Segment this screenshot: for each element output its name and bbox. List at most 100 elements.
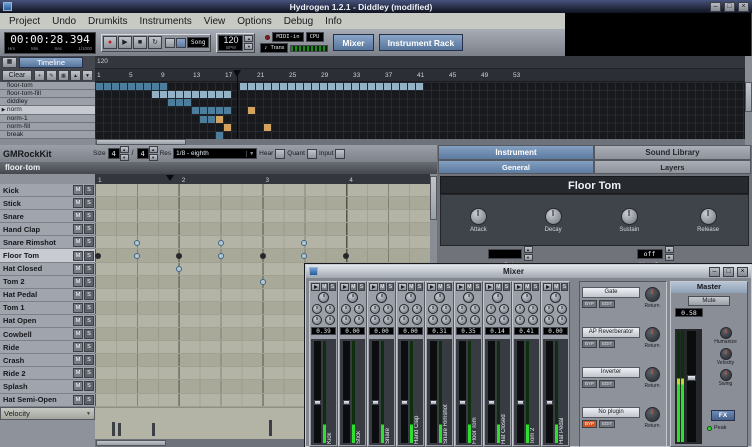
song-grid-cell[interactable]	[168, 91, 175, 99]
menu-item-info[interactable]: Info	[319, 15, 348, 28]
fx1-send-knob[interactable]	[340, 304, 351, 314]
fx2-send-knob[interactable]	[528, 304, 539, 314]
song-grid-cell[interactable]	[400, 83, 407, 90]
fx3-send-knob[interactable]	[369, 315, 380, 325]
song-grid-cell[interactable]	[264, 83, 271, 90]
fx1-send-knob[interactable]	[456, 304, 467, 314]
fx-return-knob[interactable]	[644, 367, 660, 382]
channel-mute-button[interactable]: M	[465, 283, 473, 291]
song-grid-cell[interactable]	[224, 107, 231, 115]
instrument-row-splash[interactable]: Splash M S	[0, 380, 95, 394]
menu-item-view[interactable]: View	[198, 15, 232, 28]
fx1-send-knob[interactable]	[543, 304, 554, 314]
song-grid-cell[interactable]	[336, 83, 343, 90]
channel-play-button[interactable]	[427, 283, 436, 291]
mixer-button[interactable]: Mixer	[333, 34, 374, 51]
fx-return-knob[interactable]	[644, 327, 660, 342]
song-grid-cell[interactable]	[248, 83, 255, 90]
channel-fader-handle[interactable]	[314, 400, 321, 406]
fx2-send-knob[interactable]	[557, 304, 568, 314]
song-grid-cell[interactable]	[344, 83, 351, 90]
master-swing-knob[interactable]	[719, 369, 732, 381]
velocity-bar[interactable]	[269, 420, 273, 436]
instrument-solo-button[interactable]: S	[84, 329, 94, 340]
channel-fader[interactable]: Hat Closed	[485, 339, 510, 445]
size-down-button[interactable]: ▼	[119, 154, 129, 161]
channel-solo-button[interactable]: S	[473, 283, 481, 291]
select-mode-button[interactable]: ▦	[58, 70, 69, 81]
fx3-send-knob[interactable]	[514, 315, 525, 325]
channel-fader-handle[interactable]	[430, 400, 437, 406]
bpm-up-button[interactable]: ▲	[244, 35, 254, 42]
input-mode-toggle[interactable]	[335, 148, 346, 159]
channel-play-button[interactable]	[311, 283, 320, 291]
channel-fader[interactable]: Floor Tom	[456, 339, 481, 445]
song-grid-cell[interactable]	[120, 83, 127, 90]
channel-fader-handle[interactable]	[372, 400, 379, 406]
instrument-row-stick[interactable]: Stick M S	[0, 197, 95, 211]
instrument-mute-button[interactable]: M	[73, 368, 83, 379]
channel-play-button[interactable]	[398, 283, 407, 291]
velocity-bar[interactable]	[151, 423, 155, 436]
song-grid-cell[interactable]	[368, 83, 375, 90]
song-grid-cell[interactable]	[392, 83, 399, 90]
mixer-titlebar[interactable]: Mixer – □ ×	[306, 265, 751, 278]
song-grid-cell[interactable]	[376, 83, 383, 90]
pattern-row-norm-fill[interactable]: norm-fill	[0, 122, 95, 131]
song-grid-cell[interactable]	[192, 107, 199, 115]
pan-knob[interactable]	[405, 292, 416, 303]
instrument-row-hat-open[interactable]: Hat Open M S	[0, 314, 95, 329]
fx4-send-knob[interactable]	[557, 315, 568, 325]
instrument-mute-button[interactable]: M	[73, 342, 83, 353]
pattern-row-floor-tom[interactable]: floor-tom	[0, 82, 95, 91]
instrument-mute-button[interactable]: M	[73, 263, 83, 274]
timeline-button[interactable]: Timeline	[19, 57, 83, 68]
instrument-solo-button[interactable]: S	[84, 289, 94, 300]
instrument-mute-button[interactable]: M	[73, 237, 83, 248]
master-velocity-knob[interactable]	[719, 348, 732, 360]
velocity-bar[interactable]	[118, 423, 122, 436]
song-grid-cell[interactable]	[264, 123, 271, 131]
song-grid-cell[interactable]	[272, 83, 279, 90]
sustain-knob[interactable]	[620, 207, 638, 225]
fx-bypass-button[interactable]: BYP	[582, 340, 598, 348]
instrument-solo-button[interactable]: S	[84, 263, 94, 274]
instrument-mute-button[interactable]: M	[73, 198, 83, 209]
song-grid-cell[interactable]	[104, 83, 111, 90]
fx1-send-knob[interactable]	[427, 304, 438, 314]
song-grid-cell[interactable]	[184, 91, 191, 99]
channel-fader-handle[interactable]	[517, 400, 524, 406]
song-grid-cell[interactable]	[200, 107, 207, 115]
instrument-solo-button[interactable]: S	[84, 198, 94, 209]
instrument-row-kick[interactable]: Kick M S	[0, 184, 95, 198]
song-grid-cell[interactable]	[224, 123, 231, 131]
instrument-row-tom-1[interactable]: Tom 1MS	[0, 301, 95, 315]
pan-knob[interactable]	[492, 292, 503, 303]
instrument-solo-button[interactable]: S	[84, 224, 94, 235]
fx2-send-knob[interactable]	[412, 304, 423, 314]
fx3-send-knob[interactable]	[485, 315, 496, 325]
instrument-mute-button[interactable]: M	[73, 224, 83, 235]
channel-solo-button[interactable]: S	[502, 283, 510, 291]
fx1-send-knob[interactable]	[514, 304, 525, 314]
channel-fader[interactable]: Hat Pedal	[543, 339, 568, 445]
channel-play-button[interactable]	[485, 283, 494, 291]
clear-pattern-sequence-button[interactable]: Clear	[2, 70, 32, 81]
instrument-solo-button[interactable]: S	[84, 355, 94, 366]
fx-return-knob[interactable]	[644, 287, 660, 302]
release-knob[interactable]	[699, 207, 717, 225]
menu-item-debug[interactable]: Debug	[278, 15, 319, 28]
fx1-send-knob[interactable]	[398, 304, 409, 314]
maximize-button[interactable]: □	[724, 1, 735, 12]
timeline-tempo-strip[interactable]: 120	[95, 56, 745, 69]
channel-play-button[interactable]	[456, 283, 465, 291]
instrument-mute-button[interactable]: M	[73, 355, 83, 366]
record-button[interactable]: ●	[103, 36, 117, 49]
channel-solo-button[interactable]: S	[444, 283, 452, 291]
new-pattern-button[interactable]: +	[34, 70, 45, 81]
channel-mute-button[interactable]: M	[407, 283, 415, 291]
instrument-solo-button[interactable]: S	[84, 185, 94, 196]
song-grid-cell[interactable]	[208, 91, 215, 99]
channel-solo-button[interactable]: S	[386, 283, 394, 291]
attack-knob[interactable]	[469, 207, 487, 225]
